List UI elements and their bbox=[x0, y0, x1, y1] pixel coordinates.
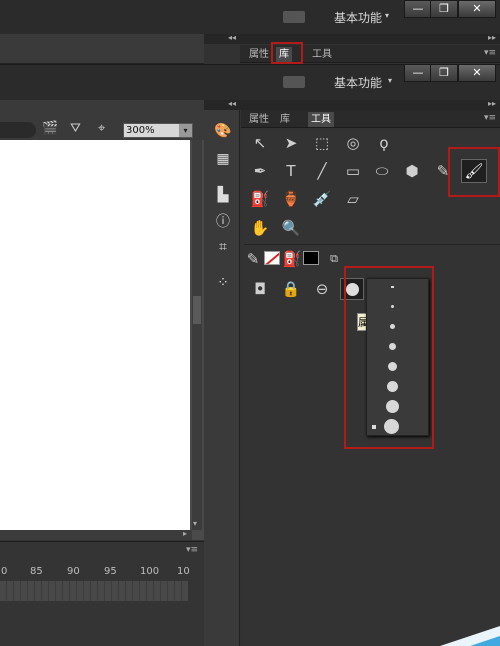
edit-symbols-icon[interactable]: 🎬 bbox=[42, 121, 58, 136]
swap-colors-icon[interactable]: ⧉ bbox=[324, 248, 344, 270]
scroll-right-icon[interactable]: ▸ bbox=[183, 529, 187, 538]
zoom-select[interactable]: 300% ▾ bbox=[123, 123, 193, 138]
subselection-icon[interactable]: ➤ bbox=[280, 132, 302, 154]
eyedropper-icon[interactable]: 💉 bbox=[311, 188, 333, 210]
no-color-icon bbox=[265, 252, 279, 264]
vertical-scrollbar[interactable] bbox=[192, 140, 202, 530]
front-restore-button[interactable]: ❐ bbox=[430, 64, 458, 82]
motion-presets-icon[interactable]: ⁘ bbox=[212, 272, 234, 294]
front-minimize-button[interactable]: — bbox=[404, 64, 432, 82]
collapse-icon[interactable]: ◂◂ bbox=[228, 33, 236, 42]
back-workspace-switcher[interactable]: 基本功能 bbox=[334, 9, 382, 26]
stroke-color-swatch[interactable] bbox=[264, 251, 280, 265]
divider bbox=[244, 244, 500, 245]
horizontal-scrollbar[interactable] bbox=[0, 530, 192, 540]
back-restore-button[interactable]: ❐ bbox=[430, 0, 458, 18]
paint-bucket-icon[interactable]: ⛽ bbox=[249, 188, 271, 210]
brush-mode-icon[interactable]: ⊖ bbox=[311, 278, 333, 300]
frame-label: 90 bbox=[67, 566, 80, 577]
back-close-button[interactable]: ✕ bbox=[458, 0, 496, 18]
3d-rotation-icon[interactable]: ◎ bbox=[342, 132, 364, 154]
back-document-strip bbox=[0, 34, 204, 64]
scene-field[interactable] bbox=[0, 122, 36, 138]
lock-fill-icon[interactable]: 🔒 bbox=[280, 278, 302, 300]
selection-icon[interactable]: ↖ bbox=[249, 132, 271, 154]
center-stage-icon[interactable]: ⌖ bbox=[98, 121, 105, 136]
frame-label: 95 bbox=[104, 566, 117, 577]
frame-label: 10 bbox=[177, 566, 190, 577]
sync-settings-icon[interactable] bbox=[283, 11, 305, 23]
align-icon[interactable]: ▙ bbox=[212, 184, 234, 206]
frame-ruler[interactable] bbox=[0, 581, 188, 601]
eraser-icon[interactable]: ▱ bbox=[342, 188, 364, 210]
lasso-icon[interactable]: ϙ bbox=[373, 132, 395, 154]
oval-icon[interactable]: ⬭ bbox=[371, 160, 393, 182]
panel-menu-icon[interactable]: ▾≡ bbox=[484, 113, 496, 123]
library-tab-highlight bbox=[271, 42, 303, 64]
front-tab-library[interactable]: 库 bbox=[277, 112, 293, 127]
back-tab-properties[interactable]: 属性 bbox=[246, 47, 272, 62]
zoom-icon[interactable]: 🔍 bbox=[280, 217, 302, 239]
stage-canvas[interactable] bbox=[0, 140, 190, 530]
free-transform-icon[interactable]: ⬚ bbox=[311, 132, 333, 154]
hand-icon[interactable]: ✋ bbox=[249, 217, 271, 239]
front-workspace-switcher[interactable]: 基本功能 bbox=[334, 74, 382, 91]
sync-settings-icon[interactable] bbox=[283, 76, 305, 88]
pen-icon[interactable]: ✒ bbox=[249, 160, 271, 182]
text-icon[interactable]: T bbox=[280, 160, 302, 182]
edit-scene-icon[interactable]: ⛛ bbox=[70, 121, 81, 136]
transform-icon[interactable]: ⌗ bbox=[212, 236, 234, 258]
scrollbar-thumb[interactable] bbox=[193, 296, 201, 324]
icon-strip bbox=[204, 100, 240, 646]
collapse-icon[interactable]: ◂◂ bbox=[228, 99, 236, 108]
front-tab-tools[interactable]: 工具 bbox=[308, 112, 334, 127]
expand-icon[interactable]: ▸▸ bbox=[488, 33, 496, 42]
back-tab-tools[interactable]: 工具 bbox=[309, 47, 335, 62]
expand-icon[interactable]: ▸▸ bbox=[488, 99, 496, 108]
stroke-color-icon: ✎ bbox=[246, 250, 260, 268]
chevron-down-icon: ▾ bbox=[388, 76, 393, 85]
object-drawing-icon[interactable]: ◘ bbox=[249, 278, 271, 300]
front-close-button[interactable]: ✕ bbox=[458, 64, 496, 82]
back-panel-header bbox=[204, 34, 500, 44]
chevron-down-icon: ▾ bbox=[179, 124, 192, 137]
frame-label: 100 bbox=[140, 566, 160, 577]
back-minimize-button[interactable]: — bbox=[404, 0, 432, 18]
panel-collapse-bar bbox=[204, 100, 500, 110]
front-tab-properties[interactable]: 属性 bbox=[246, 112, 272, 127]
swatches-icon[interactable]: ▦ bbox=[212, 148, 234, 170]
scroll-down-icon[interactable]: ▾ bbox=[193, 519, 197, 528]
polystar-icon[interactable]: ⬢ bbox=[401, 160, 423, 182]
panel-menu-icon[interactable]: ▾≡ bbox=[484, 48, 496, 58]
color-icon[interactable]: 🎨 bbox=[212, 120, 234, 142]
corner-accent bbox=[470, 636, 500, 646]
ink-bottle-icon[interactable]: 🏺 bbox=[280, 188, 302, 210]
frame-label: 85 bbox=[30, 566, 43, 577]
info-icon[interactable]: ⓘ bbox=[212, 210, 234, 232]
brush-tool-highlight bbox=[448, 147, 500, 197]
line-icon[interactable]: ╱ bbox=[311, 160, 333, 182]
brush-size-highlight bbox=[344, 266, 434, 449]
rectangle-icon[interactable]: ▭ bbox=[342, 160, 364, 182]
zoom-value: 300% bbox=[126, 125, 155, 136]
fill-color-swatch[interactable] bbox=[303, 251, 319, 265]
fill-color-icon: ⛽ bbox=[282, 250, 302, 268]
timeline-menu-icon[interactable]: ▾≡ bbox=[186, 545, 198, 555]
chevron-down-icon: ▾ bbox=[385, 11, 390, 20]
frame-label: 0 bbox=[1, 566, 8, 577]
